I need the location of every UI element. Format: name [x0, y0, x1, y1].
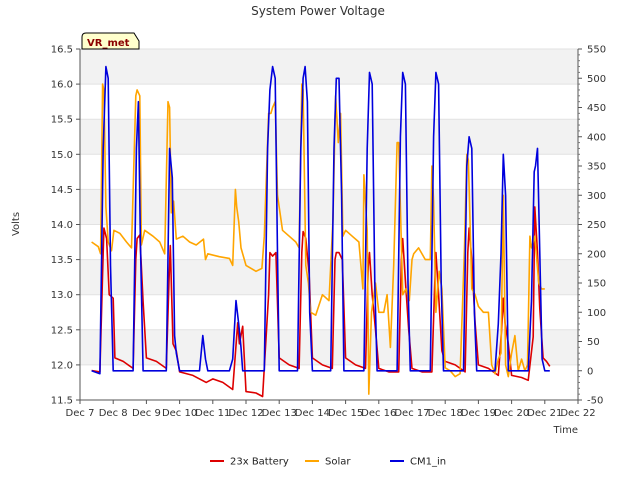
right-tick-label: 150: [587, 279, 606, 290]
right-tick-label: 250: [587, 220, 606, 231]
x-axis-label: Time: [553, 425, 578, 436]
left-tick-label: 13.5: [51, 255, 73, 266]
left-tick-label: 16.0: [51, 80, 73, 91]
right-tick-label: 500: [587, 74, 606, 85]
x-tick-label: Dec 17: [394, 408, 429, 419]
x-tick-label: Dec 19: [461, 408, 496, 419]
right-tick-label: 0: [587, 366, 593, 377]
x-axis-ticks: Dec 7 Dec 8 Dec 9 Dec 10Dec 11Dec 12Dec 13D…: [66, 400, 596, 419]
y-axis-label: Volts: [11, 212, 22, 236]
chart-container: 11.5 12.0 12.5 13.0 13.5 14.0 14.5 15.0 15.5 16.0…: [0, 0, 640, 480]
right-tick-label: 450: [587, 103, 606, 114]
x-tick-label: Dec 11: [195, 408, 230, 419]
x-tick-label: Dec 7: [66, 408, 95, 419]
legend-label: Solar: [325, 457, 351, 468]
right-tick-label: 400: [587, 132, 606, 143]
x-tick-label: Dec 13: [262, 408, 297, 419]
x-tick-label: Dec 12: [228, 408, 263, 419]
left-tick-label: 15.0: [51, 150, 73, 161]
x-tick-label: Dec 18: [428, 408, 463, 419]
right-tick-label: -50: [587, 396, 603, 407]
legend-label: CM1_in: [410, 457, 446, 468]
legend-item: CM1_in: [390, 457, 446, 468]
left-tick-label: 12.0: [51, 360, 73, 371]
plot-band: [80, 329, 578, 365]
left-tick-label: 12.5: [51, 325, 73, 336]
right-tick-label: 100: [587, 308, 606, 319]
right-tick-label: 300: [587, 191, 606, 202]
right-tick-label: 350: [587, 162, 606, 173]
x-tick-label: Dec 15: [328, 408, 363, 419]
right-tick-label: 200: [587, 249, 606, 260]
x-tick-label: Dec 9: [132, 408, 161, 419]
left-tick-label: 14.5: [51, 185, 73, 196]
x-tick-label: Dec 20: [494, 408, 529, 419]
left-axis-ticks: 11.5 12.0 12.5 13.0 13.5 14.0 14.5 15.0 15.5 16.0…: [51, 45, 80, 407]
plot-band: [80, 119, 578, 155]
x-tick-label: Dec 10: [162, 408, 197, 419]
x-tick-label: Dec 14: [295, 408, 330, 419]
x-tick-label: Dec 16: [361, 408, 396, 419]
left-tick-label: 13.0: [51, 290, 73, 301]
x-tick-label: Dec 22: [560, 408, 595, 419]
legend-item: 23x Battery: [210, 457, 289, 468]
chart-title: System Power Voltage: [251, 4, 385, 18]
left-tick-label: 16.5: [51, 45, 73, 56]
right-tick-label: 550: [587, 45, 606, 56]
plot-band: [80, 49, 578, 85]
legend-item: Solar: [305, 457, 351, 468]
badge-label: VR_met: [87, 38, 130, 49]
legend-label: 23x Battery: [230, 457, 289, 468]
right-tick-label: 50: [587, 337, 600, 348]
left-tick-label: 11.5: [51, 396, 73, 407]
left-tick-label: 14.0: [51, 220, 73, 231]
x-tick-label: Dec 8: [99, 408, 128, 419]
right-axis-ticks: -50 0 50 100 150 200 250 300 350 400 450 500 550: [578, 45, 606, 407]
x-tick-label: Dec 21: [527, 408, 562, 419]
left-tick-label: 15.5: [51, 115, 73, 126]
station-badge: VR_met: [81, 32, 140, 50]
line-chart: 11.5 12.0 12.5 13.0 13.5 14.0 14.5 15.0 15.5 16.0…: [11, 4, 606, 468]
legend: 23x Battery Solar CM1_in: [210, 457, 446, 468]
